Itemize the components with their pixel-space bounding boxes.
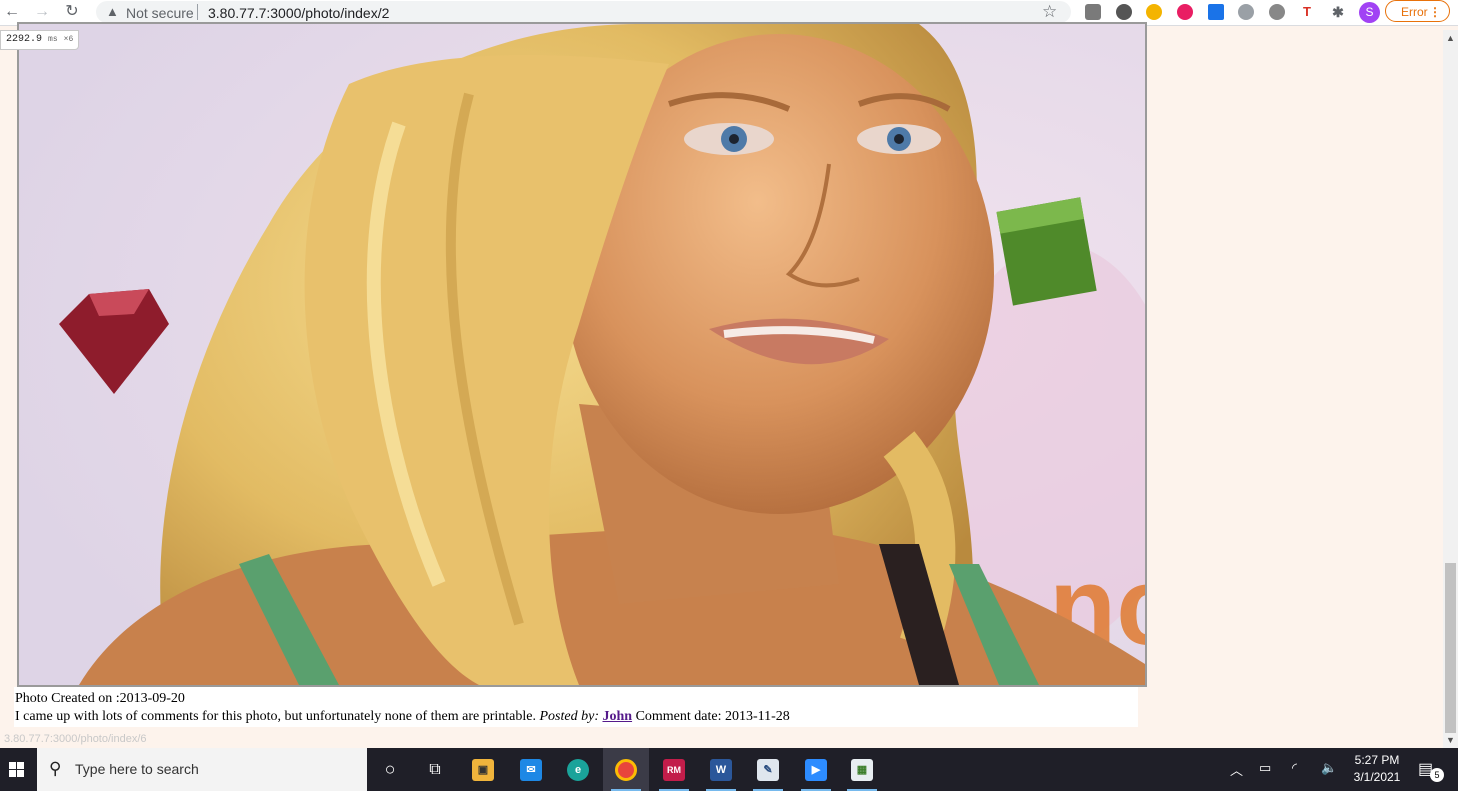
extension-icon[interactable] bbox=[1146, 4, 1162, 20]
windows-logo-icon bbox=[9, 762, 16, 769]
scroll-up-icon[interactable]: ▲ bbox=[1443, 33, 1458, 43]
perf-unit: ms bbox=[48, 35, 58, 44]
forward-icon[interactable]: → bbox=[32, 2, 52, 22]
wifi-icon[interactable]: ◜ bbox=[1292, 760, 1297, 776]
star-icon[interactable]: ☆ bbox=[1042, 2, 1057, 22]
profile-avatar[interactable]: S bbox=[1359, 2, 1380, 23]
perf-multiplier: ×6 bbox=[63, 35, 74, 44]
cortana-icon[interactable]: ○ bbox=[367, 748, 413, 791]
photo-created-date: Photo Created on :2013-09-20 bbox=[15, 691, 185, 706]
back-icon[interactable]: ← bbox=[2, 2, 22, 22]
menu-icon: ⋮ bbox=[1429, 5, 1441, 19]
author-link[interactable]: John bbox=[602, 709, 632, 724]
error-label: Error bbox=[1401, 5, 1428, 19]
app-icon[interactable]: ✎ bbox=[745, 748, 791, 791]
security-label[interactable]: Not secure bbox=[126, 5, 194, 21]
status-url: 3.80.77.7:3000/photo/index/6 bbox=[0, 731, 151, 748]
comment-text: I came up with lots of comments for this… bbox=[15, 709, 536, 724]
address-bar[interactable]: ▲ Not secure 3.80.77.7:3000/photo/index/… bbox=[96, 1, 1071, 23]
warning-icon: ▲ bbox=[106, 4, 119, 19]
notification-count: 5 bbox=[1430, 768, 1444, 782]
search-icon: ⚲ bbox=[49, 759, 62, 778]
perf-badge: 2292.9 ms ×6 bbox=[0, 30, 80, 50]
mail-icon[interactable]: ✉ bbox=[508, 748, 554, 791]
search-placeholder: Type here to search bbox=[75, 761, 199, 777]
windows-logo-part bbox=[17, 770, 24, 777]
photo-image: nc bbox=[17, 22, 1147, 687]
clock-time: 5:27 PM bbox=[1354, 753, 1400, 767]
extension-icon[interactable]: T bbox=[1299, 4, 1315, 20]
extension-icon[interactable] bbox=[1085, 4, 1101, 20]
start-button[interactable] bbox=[0, 748, 37, 791]
extension-icon[interactable] bbox=[1238, 4, 1254, 20]
word-icon[interactable]: W bbox=[698, 748, 744, 791]
comment-date: Comment date: 2013-11-28 bbox=[635, 709, 790, 724]
windows-taskbar: ⚲ Type here to search ○ ⧉ ▣ ✉ e RM W ✎ ▶… bbox=[0, 748, 1458, 791]
error-button[interactable]: Error ⋮ bbox=[1385, 0, 1450, 22]
chrome-icon[interactable] bbox=[603, 748, 649, 791]
extension-icon[interactable] bbox=[1177, 4, 1193, 20]
perf-value: 2292.9 bbox=[6, 34, 43, 45]
portrait-photo: nc bbox=[19, 24, 1145, 685]
separator bbox=[197, 4, 198, 20]
extension-icon[interactable] bbox=[1116, 4, 1132, 20]
zoom-icon[interactable]: ▶ bbox=[793, 748, 839, 791]
taskbar-clock[interactable]: 5:27 PM 3/1/2021 bbox=[1350, 752, 1404, 786]
scroll-thumb[interactable] bbox=[1445, 563, 1456, 733]
scroll-down-icon[interactable]: ▼ bbox=[1443, 735, 1458, 745]
clock-date: 3/1/2021 bbox=[1353, 770, 1401, 784]
extensions-icon[interactable]: ✱ bbox=[1330, 4, 1346, 20]
edge-icon[interactable]: e bbox=[555, 748, 601, 791]
extension-icon[interactable] bbox=[1269, 4, 1285, 20]
posted-by-label: Posted by: bbox=[539, 709, 599, 724]
taskbar-search[interactable]: ⚲ Type here to search bbox=[37, 748, 367, 791]
extension-icon[interactable] bbox=[1208, 4, 1224, 20]
battery-icon[interactable]: ▭ bbox=[1259, 760, 1271, 776]
task-view-icon[interactable]: ⧉ bbox=[412, 748, 458, 791]
rubymine-icon[interactable]: RM bbox=[651, 748, 697, 791]
photo-caption: Photo Created on :2013-09-20 I came up w… bbox=[14, 687, 1138, 727]
reload-icon[interactable]: ↻ bbox=[62, 2, 82, 22]
store-icon[interactable]: ▣ bbox=[460, 748, 506, 791]
chevron-up-icon[interactable]: ︿ bbox=[1230, 760, 1243, 779]
volume-icon[interactable]: 🔈 bbox=[1321, 760, 1337, 776]
vertical-scrollbar[interactable]: ▲ ▼ bbox=[1443, 30, 1458, 748]
sheet-app-icon[interactable]: ▦ bbox=[839, 748, 885, 791]
url-text[interactable]: 3.80.77.7:3000/photo/index/2 bbox=[208, 5, 389, 21]
windows-logo-part bbox=[17, 762, 24, 769]
windows-logo-part bbox=[9, 770, 16, 777]
comment-line: I came up with lots of comments for this… bbox=[15, 709, 790, 725]
